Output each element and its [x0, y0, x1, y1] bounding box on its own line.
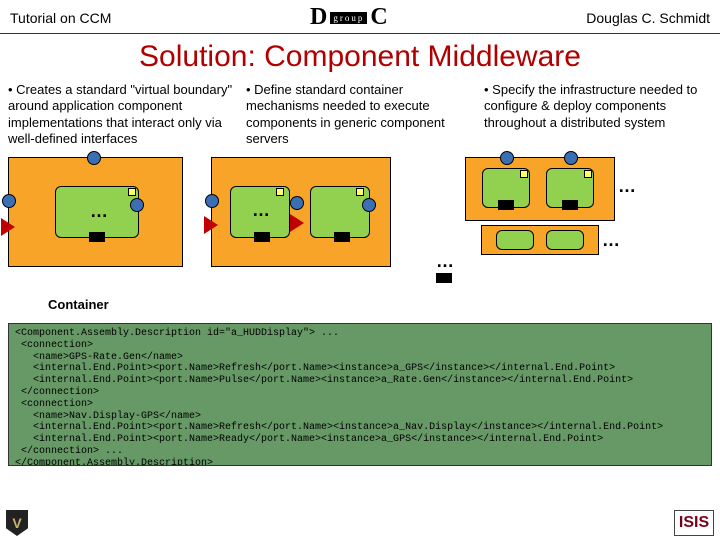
receptacle-mid-2 — [290, 214, 304, 232]
component-3d — [546, 230, 584, 250]
attr-port-2a — [276, 188, 284, 196]
event-port-3b — [562, 200, 578, 210]
link-ellipsis: … — [436, 251, 454, 272]
container-box-1: … — [8, 157, 183, 267]
xml-deployment-descriptor: <Component.Assembly.Description id="a_HU… — [8, 323, 712, 466]
facet-mid-2 — [290, 196, 304, 210]
col-3-text: • Specify the infrastructure needed to c… — [484, 82, 712, 131]
container-box-3a: … — [465, 157, 615, 221]
event-port-3a — [498, 200, 514, 210]
facet-left-2 — [205, 194, 219, 208]
component-1: … — [55, 186, 139, 238]
ellipsis-2a: … — [252, 200, 270, 221]
facet-top-1 — [87, 151, 101, 165]
container-box-3b: … — [481, 225, 599, 255]
slide-header: Tutorial on CCM D group C Douglas C. Sch… — [0, 0, 720, 34]
receptacle-left-1 — [1, 218, 15, 236]
slide-title: Solution: Component Middleware — [0, 40, 720, 74]
component-3c — [496, 230, 534, 250]
facet-top-3b — [564, 151, 578, 165]
event-port-1 — [89, 232, 105, 242]
col-1: • Creates a standard "virtual boundary" … — [8, 82, 236, 147]
isis-logo: ISIS — [674, 510, 714, 536]
vanderbilt-logo: V — [6, 510, 28, 536]
doc-logo: D group C — [310, 4, 388, 31]
link-port — [436, 273, 452, 283]
facet-top-3a — [500, 151, 514, 165]
diagram-row: … … … — [0, 147, 720, 317]
shield-icon: V — [6, 510, 28, 536]
attr-port-1 — [128, 188, 136, 196]
facet-right-1 — [130, 198, 144, 212]
col-1-text: • Creates a standard "virtual boundary" … — [8, 82, 236, 147]
container-label: Container — [48, 297, 109, 312]
event-port-2b — [334, 232, 350, 242]
bullet-columns: • Creates a standard "virtual boundary" … — [0, 82, 720, 147]
attr-port-2b — [356, 188, 364, 196]
logo-c: C — [370, 4, 387, 31]
logo-group-tag: group — [330, 12, 367, 24]
col-2-text: • Define standard container mechanisms n… — [246, 82, 474, 147]
event-port-2a — [254, 232, 270, 242]
col-3: • Specify the infrastructure needed to c… — [484, 82, 712, 147]
ellipsis-3a: … — [618, 176, 636, 197]
attr-port-3b — [584, 170, 592, 178]
facet-right-2 — [362, 198, 376, 212]
receptacle-left-2 — [204, 216, 218, 234]
col-2: • Define standard container mechanisms n… — [246, 82, 474, 147]
facet-left-1 — [2, 194, 16, 208]
ellipsis-3b: … — [602, 230, 620, 251]
header-left: Tutorial on CCM — [10, 10, 111, 26]
logo-d: D — [310, 4, 327, 31]
ellipsis-1: … — [90, 201, 108, 222]
header-right: Douglas C. Schmidt — [586, 10, 710, 26]
container-box-2: … — [211, 157, 391, 267]
deployment-group: … … — [465, 157, 615, 255]
attr-port-3a — [520, 170, 528, 178]
